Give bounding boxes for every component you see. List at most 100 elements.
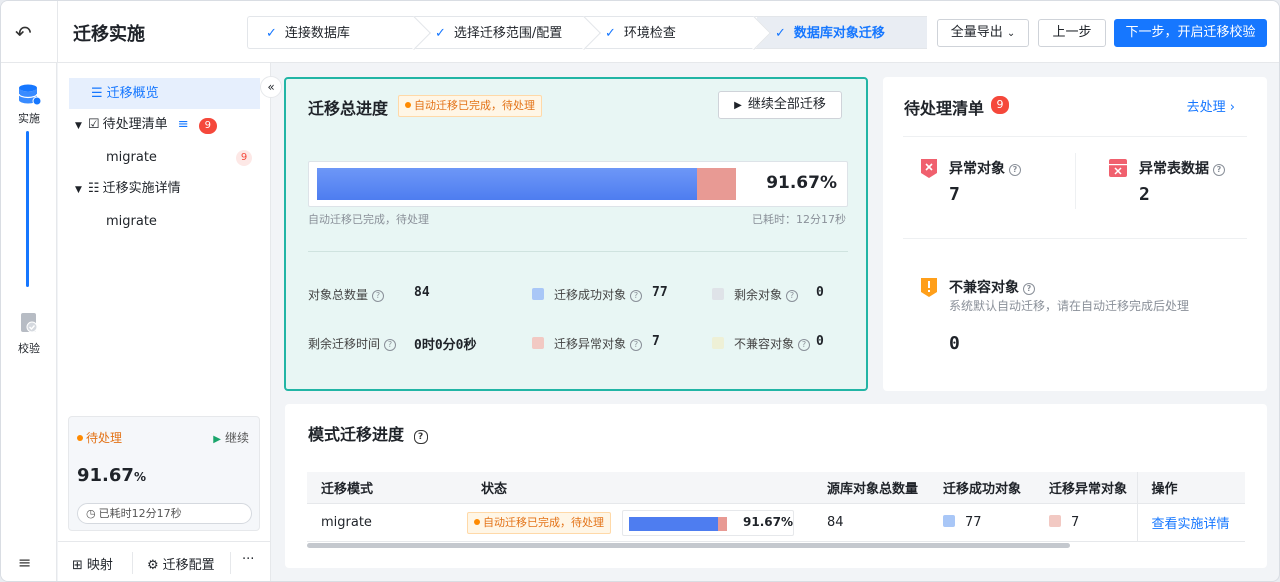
sidebar-item-overview[interactable]: ☰ 迁移概览 bbox=[69, 78, 260, 109]
continue-button[interactable]: ▶ 继续 bbox=[213, 429, 249, 446]
database-icon bbox=[18, 84, 42, 106]
export-all-button[interactable]: 全量导出 ⌄ bbox=[937, 19, 1029, 47]
column-header: 迁移异常对象 bbox=[1035, 472, 1137, 504]
rail-label: 实施 bbox=[18, 112, 40, 125]
step-object-migration[interactable]: ✓ 数据库对象迁移 bbox=[757, 16, 927, 49]
divider bbox=[1075, 153, 1076, 209]
sidebar-item-pending[interactable]: ▼ ☑ 待处理清单 ≡ 9 bbox=[69, 109, 260, 140]
progress-bar-box: 91.67% bbox=[308, 161, 848, 207]
play-icon: ▶ bbox=[734, 100, 742, 111]
stat-time: 剩余迁移时间? bbox=[308, 335, 397, 352]
stat-label: 对象总数量 bbox=[308, 288, 369, 302]
mapping-label: 映射 bbox=[86, 558, 113, 573]
check-icon: ✓ bbox=[435, 26, 446, 41]
help-icon[interactable]: ? bbox=[1009, 164, 1021, 176]
percent-value: 91.67 bbox=[77, 465, 134, 486]
step-env-check[interactable]: ✓ 环境检查 bbox=[587, 16, 757, 49]
pending-count-badge: 9 bbox=[991, 96, 1009, 114]
app-window: ↶ 迁移实施 ✓ 连接数据库 ✓ 选择迁移范围/配置 ✓ 环境检查 ✓ 数据库对象迁移 … bbox=[0, 0, 1280, 582]
list-sort-icon[interactable]: ≡ bbox=[178, 117, 189, 132]
status-card: 待处理 ▶ 继续 91.67% ◷ 已耗时12分17秒 bbox=[68, 416, 260, 531]
mini-success-fill bbox=[629, 516, 718, 531]
next-step-button[interactable]: 下一步，开启迁移校验 bbox=[1114, 19, 1267, 47]
step-label: 数据库对象迁移 bbox=[793, 26, 885, 41]
step-label: 环境检查 bbox=[623, 26, 676, 41]
schema-title: 模式迁移进度 ? bbox=[308, 421, 428, 445]
grid-icon: ⊞ bbox=[72, 558, 83, 573]
help-icon[interactable]: ? bbox=[798, 339, 811, 351]
clock-icon: ◷ bbox=[86, 507, 96, 520]
step-label: 选择迁移范围/配置 bbox=[453, 26, 563, 41]
stat-success: 迁移成功对象? bbox=[532, 286, 643, 303]
card-title: 迁移总进度 bbox=[308, 99, 389, 118]
go-process-link[interactable]: 去处理 › bbox=[1187, 96, 1235, 115]
incompat-description: 系统默认自动迁移，请在自动迁移完成后处理 bbox=[949, 299, 1190, 313]
title-text: 模式迁移进度 bbox=[308, 425, 405, 444]
status-dot-icon bbox=[405, 102, 411, 108]
stat-value: 0时0分0秒 bbox=[414, 338, 477, 353]
horizontal-scrollbar[interactable] bbox=[307, 543, 1070, 548]
collapse-sidebar-icon[interactable]: « bbox=[260, 76, 282, 98]
help-icon[interactable]: ? bbox=[372, 290, 385, 302]
migration-config-button[interactable]: ⚙ 迁移配置 bbox=[147, 554, 215, 573]
help-icon[interactable]: ? bbox=[384, 339, 397, 351]
help-icon[interactable]: ? bbox=[413, 430, 428, 444]
error-value: 7 bbox=[1071, 514, 1080, 530]
stepper: ✓ 连接数据库 ✓ 选择迁移范围/配置 ✓ 环境检查 ✓ 数据库对象迁移 bbox=[247, 16, 927, 49]
more-icon[interactable]: ··· bbox=[242, 552, 254, 567]
continue-all-button[interactable]: ▶ 继续全部迁移 bbox=[718, 91, 842, 119]
success-value: 77 bbox=[965, 514, 982, 530]
mapping-button[interactable]: ⊞ 映射 bbox=[72, 554, 113, 573]
sidebar-item-pending-migrate[interactable]: migrate 9 bbox=[69, 142, 260, 173]
help-icon[interactable]: ? bbox=[1023, 283, 1035, 295]
help-icon[interactable]: ? bbox=[630, 339, 643, 351]
sidebar-item-detail-migrate[interactable]: migrate bbox=[69, 206, 260, 237]
progress-error-fill bbox=[697, 168, 736, 200]
card-title: 待处理清单 bbox=[904, 99, 985, 118]
continue-all-label: 继续全部迁移 bbox=[747, 97, 826, 112]
check-icon: ✓ bbox=[605, 26, 616, 41]
sidebar-item-label: 迁移实施详情 bbox=[102, 181, 181, 196]
help-icon[interactable]: ? bbox=[630, 290, 643, 302]
stat-total: 对象总数量? bbox=[308, 286, 385, 303]
stat-value: 0 bbox=[816, 285, 824, 300]
step-select-scope[interactable]: ✓ 选择迁移范围/配置 bbox=[417, 16, 587, 49]
stat-label: 迁移成功对象 bbox=[554, 288, 627, 302]
status-dot-icon bbox=[474, 518, 480, 525]
config-label: 迁移配置 bbox=[162, 558, 215, 573]
abnormal-table-value: 2 bbox=[1139, 184, 1150, 205]
divider bbox=[903, 136, 1247, 137]
help-icon[interactable]: ? bbox=[1213, 164, 1225, 176]
sidebar-item-label: 待处理清单 bbox=[102, 117, 168, 132]
mini-percent: 91.67% bbox=[743, 514, 793, 529]
icon-rail: 实施 校验 ≡ bbox=[1, 63, 57, 581]
cell-error: 7 bbox=[1035, 503, 1137, 542]
sidebar-item-detail[interactable]: ▼ ☷ 迁移实施详情 bbox=[69, 173, 260, 204]
status-tag: 自动迁移已完成，待处理 bbox=[398, 95, 542, 117]
export-label: 全量导出 bbox=[950, 25, 1003, 40]
help-icon[interactable]: ? bbox=[786, 290, 799, 302]
menu-toggle-icon[interactable]: ≡ bbox=[18, 553, 31, 572]
rail-label: 校验 bbox=[18, 342, 40, 355]
elapsed-time: 已耗时：12分17秒 bbox=[752, 213, 846, 226]
stat-label: 迁移异常对象 bbox=[554, 337, 627, 351]
chevron-right-icon: › bbox=[1229, 100, 1235, 115]
divider bbox=[57, 1, 58, 63]
go-label: 去处理 bbox=[1186, 100, 1226, 115]
rail-item-verify[interactable]: 校验 bbox=[1, 311, 57, 356]
stat-value: 7 bbox=[652, 334, 660, 349]
step-connect-db[interactable]: ✓ 连接数据库 bbox=[247, 16, 417, 49]
prev-step-button[interactable]: 上一步 bbox=[1038, 19, 1106, 47]
view-detail-link[interactable]: 查看实施详情 bbox=[1136, 503, 1245, 542]
stat-incompat: 不兼容对象? bbox=[712, 335, 811, 352]
abnormal-value: 7 bbox=[949, 184, 960, 205]
step-label: 连接数据库 bbox=[284, 26, 350, 41]
back-arrow-icon[interactable]: ↶ bbox=[15, 21, 39, 45]
column-header: 状态 bbox=[467, 472, 813, 504]
status-text: 待处理 bbox=[86, 431, 123, 445]
table-header-row: 迁移模式 状态 源库对象总数量 迁移成功对象 迁移异常对象 操作 bbox=[307, 472, 1245, 504]
play-icon: ▶ bbox=[213, 434, 221, 445]
status-tag-text: 自动迁移已完成，待处理 bbox=[483, 515, 604, 529]
column-header: 迁移成功对象 bbox=[929, 472, 1035, 504]
rail-item-implement[interactable]: 实施 bbox=[1, 83, 57, 126]
